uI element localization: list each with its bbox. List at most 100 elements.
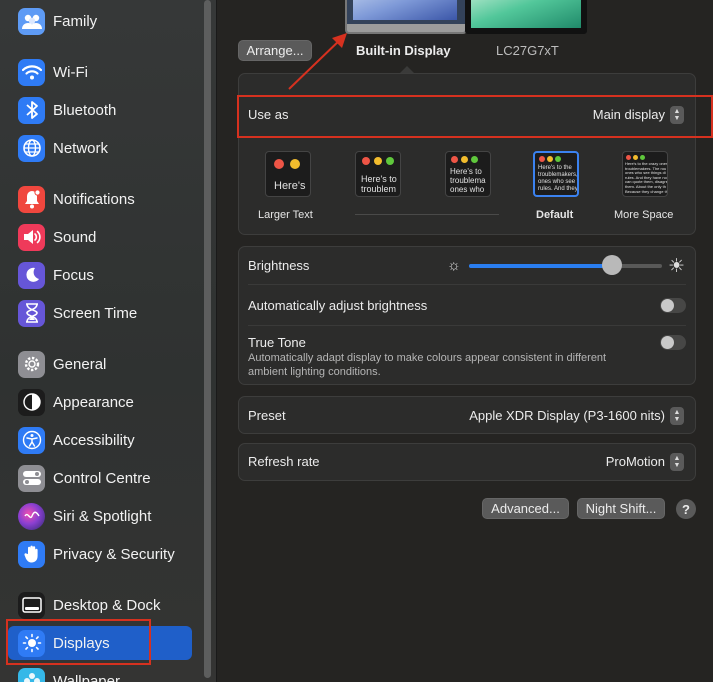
sun-small-icon: ☼ [447,257,461,274]
bell-icon [18,185,45,213]
brightness-label: Brightness [248,258,310,273]
sidebar-item-accessibility[interactable]: Accessibility [12,423,192,457]
separator [248,325,686,326]
resolution-preview-text: Here's to troublem [361,174,397,195]
builtin-display-label[interactable]: Built-in Display [356,43,451,58]
appearance-icon [18,388,45,416]
sidebar-item-wifi[interactable]: Wi-Fi [12,55,192,89]
sidebar-item-notifications[interactable]: Notifications [12,182,192,216]
chevron-down-icon: ▼ [673,462,681,469]
sidebar-item-general[interactable]: General [12,347,192,381]
close-dot-icon [451,156,458,163]
zoom-dot-icon [386,157,394,165]
brightness-slider-knob[interactable] [602,255,622,275]
wifi-icon [18,58,45,86]
window-controls [362,157,394,165]
sidebar-item-label: General [53,355,107,373]
sidebar-item-bluetooth[interactable]: Bluetooth [12,93,192,127]
sidebar-item-label: Family [53,12,98,30]
chevron-up-icon: ▲ [673,455,681,462]
builtin-display-thumbnail[interactable] [345,0,467,34]
sidebar-item-label: Bluetooth [53,101,117,119]
sidebar-item-sound[interactable]: Sound [12,220,192,254]
advanced-button[interactable]: Advanced... [482,498,569,519]
annotation-arrow [288,33,347,90]
annotation-highlight-use-as [237,95,713,138]
zoom-dot-icon [471,156,478,163]
globe-icon [18,134,45,162]
sidebar-item-family[interactable]: Family [12,4,192,38]
resolution-preview-text: Here's to the troublemakers, ones who se… [538,165,579,192]
sidebar-item-privacy-security[interactable]: Privacy & Security [12,537,192,571]
auto-brightness-toggle[interactable] [660,298,686,313]
true-tone-label: True Tone [248,335,306,350]
window-controls [274,159,300,169]
resolution-option-more-space[interactable]: Here's to the crazy ones troublemakers. … [622,151,668,197]
sidebar-item-label: Desktop & Dock [53,596,161,614]
preset-stepper[interactable]: ▲ ▼ [670,407,684,425]
brightness-group: Brightness ☼ ☀ Automatically adjust brig… [238,246,696,385]
sun-large-icon: ☀ [668,256,686,277]
toggle-knob [661,336,674,349]
help-button[interactable]: ? [676,499,696,519]
minimize-dot-icon [547,156,553,162]
resolution-divider [355,214,499,215]
resolution-label-larger-text: Larger Text [258,209,313,221]
sidebar-item-siri-spotlight[interactable]: Siri & Spotlight [12,499,192,533]
external-display-label[interactable]: LC27G7xT [496,43,559,58]
preset-label: Preset [248,408,286,423]
sidebar-item-screen-time[interactable]: Screen Time [12,296,192,330]
sidebar-item-label: Notifications [53,190,135,208]
refresh-rate-label: Refresh rate [248,454,320,469]
scrollbar-thumb[interactable] [204,0,211,678]
preset-value[interactable]: Apple XDR Display (P3-1600 nits) [469,408,665,423]
resolution-option-2[interactable]: Here's to troublem [355,151,401,197]
true-tone-toggle[interactable] [660,335,686,350]
dock-icon [18,591,45,619]
sidebar-item-label: Sound [53,228,97,246]
zoom-dot-icon [640,155,645,160]
minimize-dot-icon [461,156,468,163]
gear-icon [18,350,45,378]
external-display-thumbnail[interactable] [465,0,587,34]
refresh-rate-stepper[interactable]: ▲ ▼ [670,453,684,471]
sidebar-scrollbar[interactable] [203,0,212,682]
night-shift-button[interactable]: Night Shift... [577,498,665,519]
resolution-preview-text: Here's [274,180,306,192]
minimize-dot-icon [374,157,382,165]
sidebar-item-control-centre[interactable]: Control Centre [12,461,192,495]
resolution-preview-text: Here's to troublema ones who [450,167,486,195]
close-dot-icon [539,156,545,162]
sidebar-item-network[interactable]: Network [12,131,192,165]
window-controls [451,156,478,163]
control-centre-icon [18,464,45,492]
wallpaper-icon [18,667,45,682]
resolution-option-larger-text[interactable]: Here's [265,151,311,197]
sidebar-item-label: Privacy & Security [53,545,175,563]
sidebar-item-desktop-dock[interactable]: Desktop & Dock [12,588,192,622]
chevron-down-icon: ▼ [673,416,681,423]
sidebar-item-label: Wallpaper [53,672,120,682]
refresh-rate-value[interactable]: ProMotion [606,454,665,469]
resolution-option-default[interactable]: Here's to the troublemakers, ones who se… [533,151,579,197]
sidebar-item-label: Accessibility [53,431,135,449]
sidebar-item-displays[interactable]: Displays [8,626,192,660]
sidebar-item-wallpaper[interactable]: Wallpaper [12,664,192,682]
minimize-dot-icon [633,155,638,160]
resolution-option-3[interactable]: Here's to troublema ones who [445,151,491,197]
sidebar-item-label: Appearance [53,393,134,411]
sidebar-item-appearance[interactable]: Appearance [12,385,192,419]
sidebar-item-label: Control Centre [53,469,151,487]
zoom-dot-icon [555,156,561,162]
toggle-knob [661,299,674,312]
separator [248,284,686,285]
minimize-dot-icon [290,159,300,169]
sidebar-item-focus[interactable]: Focus [12,258,192,292]
true-tone-description: Automatically adapt display to make colo… [248,352,607,378]
close-dot-icon [626,155,631,160]
moon-icon [18,261,45,289]
sun-icon [18,629,45,657]
sidebar-item-label: Screen Time [53,304,138,322]
close-dot-icon [362,157,370,165]
chevron-up-icon: ▲ [673,409,681,416]
